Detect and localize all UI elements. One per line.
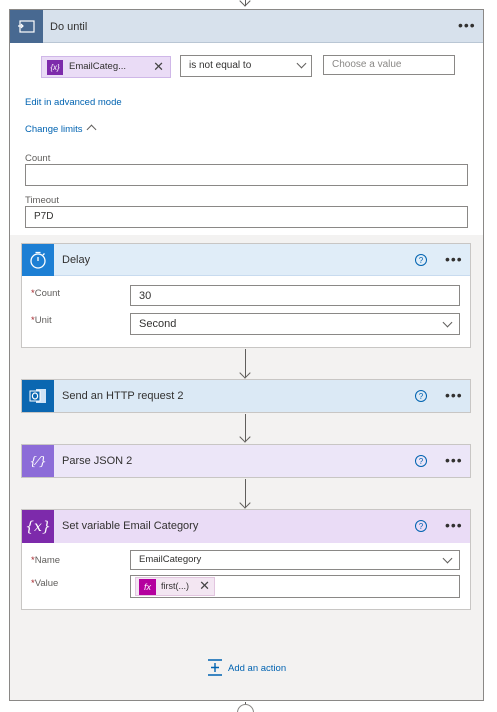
add-action-icon (207, 659, 223, 680)
svg-text:{⁄}: {⁄} (29, 454, 46, 468)
help-icon[interactable]: ? (415, 390, 427, 402)
delay-count-label: *Count (31, 288, 61, 299)
svg-text:{x}: {x} (25, 519, 51, 535)
do-until-title: Do until (50, 21, 88, 33)
set-variable-value-input[interactable]: fx first(...) ✕ (130, 575, 460, 598)
set-variable-action-card: {x} Set variable Email Category ? ••• *N… (21, 509, 471, 610)
set-variable-header[interactable]: {x} Set variable Email Category ? ••• (22, 510, 470, 543)
parse-json-action-card: {⁄} Parse JSON 2 ? ••• (21, 444, 471, 478)
delay-count-value: 30 (139, 290, 152, 302)
parse-json-title: Parse JSON 2 (62, 455, 133, 467)
set-variable-name-select[interactable]: EmailCategory (130, 550, 460, 570)
delay-count-input[interactable]: 30 (130, 285, 460, 306)
variable-x-icon: {x} (22, 510, 54, 543)
count-input[interactable] (25, 164, 468, 186)
http-header[interactable]: Send an HTTP request 2 ? ••• (22, 380, 470, 412)
top-connector-arrow (239, 0, 251, 7)
add-action-label: Add an action (228, 663, 287, 674)
delay-unit-label: *Unit (31, 315, 52, 326)
loop-icon (10, 10, 43, 43)
timeout-label: Timeout (25, 195, 59, 206)
edit-advanced-mode-link[interactable]: Edit in advanced mode (25, 97, 122, 108)
help-icon[interactable]: ? (415, 520, 427, 532)
http-action-card: Send an HTTP request 2 ? ••• (21, 379, 471, 413)
delay-header[interactable]: Delay ? ••• (22, 244, 470, 276)
delay-unit-select[interactable]: Second (130, 313, 460, 335)
set-variable-more-icon[interactable]: ••• (445, 518, 463, 532)
chevron-down-icon (442, 317, 453, 328)
do-until-settings: {x} EmailCateg... ✕ is not equal to Choo… (10, 43, 483, 235)
condition-token-label: EmailCateg... (69, 61, 127, 72)
delay-more-icon[interactable]: ••• (445, 252, 463, 266)
timer-icon (22, 244, 54, 276)
remove-token-icon[interactable]: ✕ (153, 59, 164, 75)
bottom-add-circle-icon[interactable] (237, 704, 254, 712)
help-icon[interactable]: ? (415, 254, 427, 266)
delay-title: Delay (62, 254, 91, 266)
condition-value-input[interactable]: Choose a value (323, 55, 455, 75)
http-title: Send an HTTP request 2 (62, 390, 184, 402)
remove-token-icon[interactable]: ✕ (199, 578, 210, 594)
delay-unit-value: Second (139, 318, 177, 330)
add-action-button[interactable]: Add an action (207, 659, 297, 679)
set-variable-title: Set variable Email Category (62, 520, 199, 532)
condition-token[interactable]: {x} EmailCateg... ✕ (41, 56, 171, 78)
variable-x-icon: {x} (47, 60, 63, 75)
expression-token[interactable]: fx first(...) ✕ (135, 577, 215, 596)
help-icon[interactable]: ? (415, 455, 427, 467)
condition-value-placeholder: Choose a value (332, 59, 402, 70)
variable-braces-icon: {⁄} (22, 445, 54, 477)
http-more-icon[interactable]: ••• (445, 388, 463, 402)
timeout-input[interactable]: P7D (25, 206, 468, 228)
do-until-header[interactable]: Do until ••• (10, 10, 483, 43)
count-label: Count (25, 153, 51, 164)
set-variable-name-value: EmailCategory (139, 554, 202, 565)
set-variable-value-label: *Value (31, 578, 59, 589)
do-until-more-icon[interactable]: ••• (458, 18, 476, 32)
function-icon: fx (139, 579, 156, 595)
chevron-down-icon (296, 58, 307, 69)
delay-action-card: Delay ? ••• *Count 30 *Unit Second (21, 243, 471, 348)
change-limits-link[interactable]: Change limits (25, 124, 83, 135)
parse-json-more-icon[interactable]: ••• (445, 453, 463, 467)
parse-json-header[interactable]: {⁄} Parse JSON 2 ? ••• (22, 445, 470, 477)
condition-operator-select[interactable]: is not equal to (180, 55, 312, 77)
timeout-value: P7D (34, 211, 54, 222)
chevron-up-icon[interactable] (86, 124, 97, 135)
set-variable-name-label: *Name (31, 555, 61, 566)
chevron-down-icon (442, 553, 453, 564)
outlook-icon (22, 380, 54, 412)
expression-token-label: first(...) (161, 581, 189, 591)
condition-operator-value: is not equal to (189, 60, 252, 71)
